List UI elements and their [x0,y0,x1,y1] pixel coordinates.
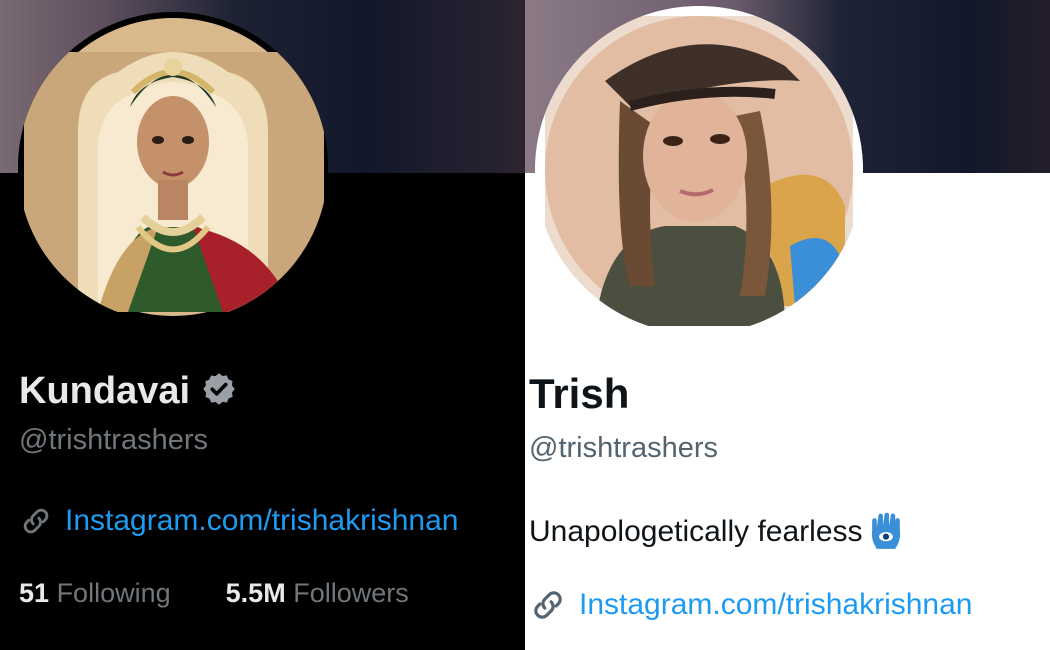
followers-count: 5.5M [225,578,286,608]
followers-label: Followers [293,578,409,608]
display-name: Trish [529,370,630,417]
following-label: Following [56,578,171,608]
profile-link-row: Instagram.com/trishakrishnan [529,586,973,624]
profile-link[interactable]: Instagram.com/trishakrishnan [579,588,973,622]
hamsa-hand-icon [871,512,900,549]
display-name-text: Kundavai [19,370,191,412]
follow-stats: 51 Following 5.5M Followers [19,578,409,609]
profile-avatar[interactable] [18,12,328,322]
left-profile-panel: Kundavai @trishtrashers Instagram.com/tr… [0,0,525,650]
profile-link[interactable]: Instagram.com/trishakrishnan [65,504,459,538]
avatar-image [535,6,863,334]
profile-bio: Unapologetically fearless [529,512,905,552]
bio-text: Unapologetically fearless [529,515,863,548]
link-icon [23,508,49,534]
profile-link-row: Instagram.com/trishakrishnan [19,504,459,538]
profile-avatar[interactable] [535,6,863,334]
following-count: 51 [19,578,50,608]
link-icon [534,591,562,619]
profile-handle: @trishtrashers [19,424,208,456]
followers-stat[interactable]: 5.5M Followers [226,578,409,608]
following-stat[interactable]: 51 Following [19,578,178,608]
display-name: Kundavai [19,370,237,413]
right-profile-panel: Trish @trishtrashers Unapologetically fe… [525,0,1050,650]
profile-handle: @trishtrashers [529,432,718,464]
avatar-image [18,12,328,322]
verified-badge-icon[interactable] [201,371,237,407]
